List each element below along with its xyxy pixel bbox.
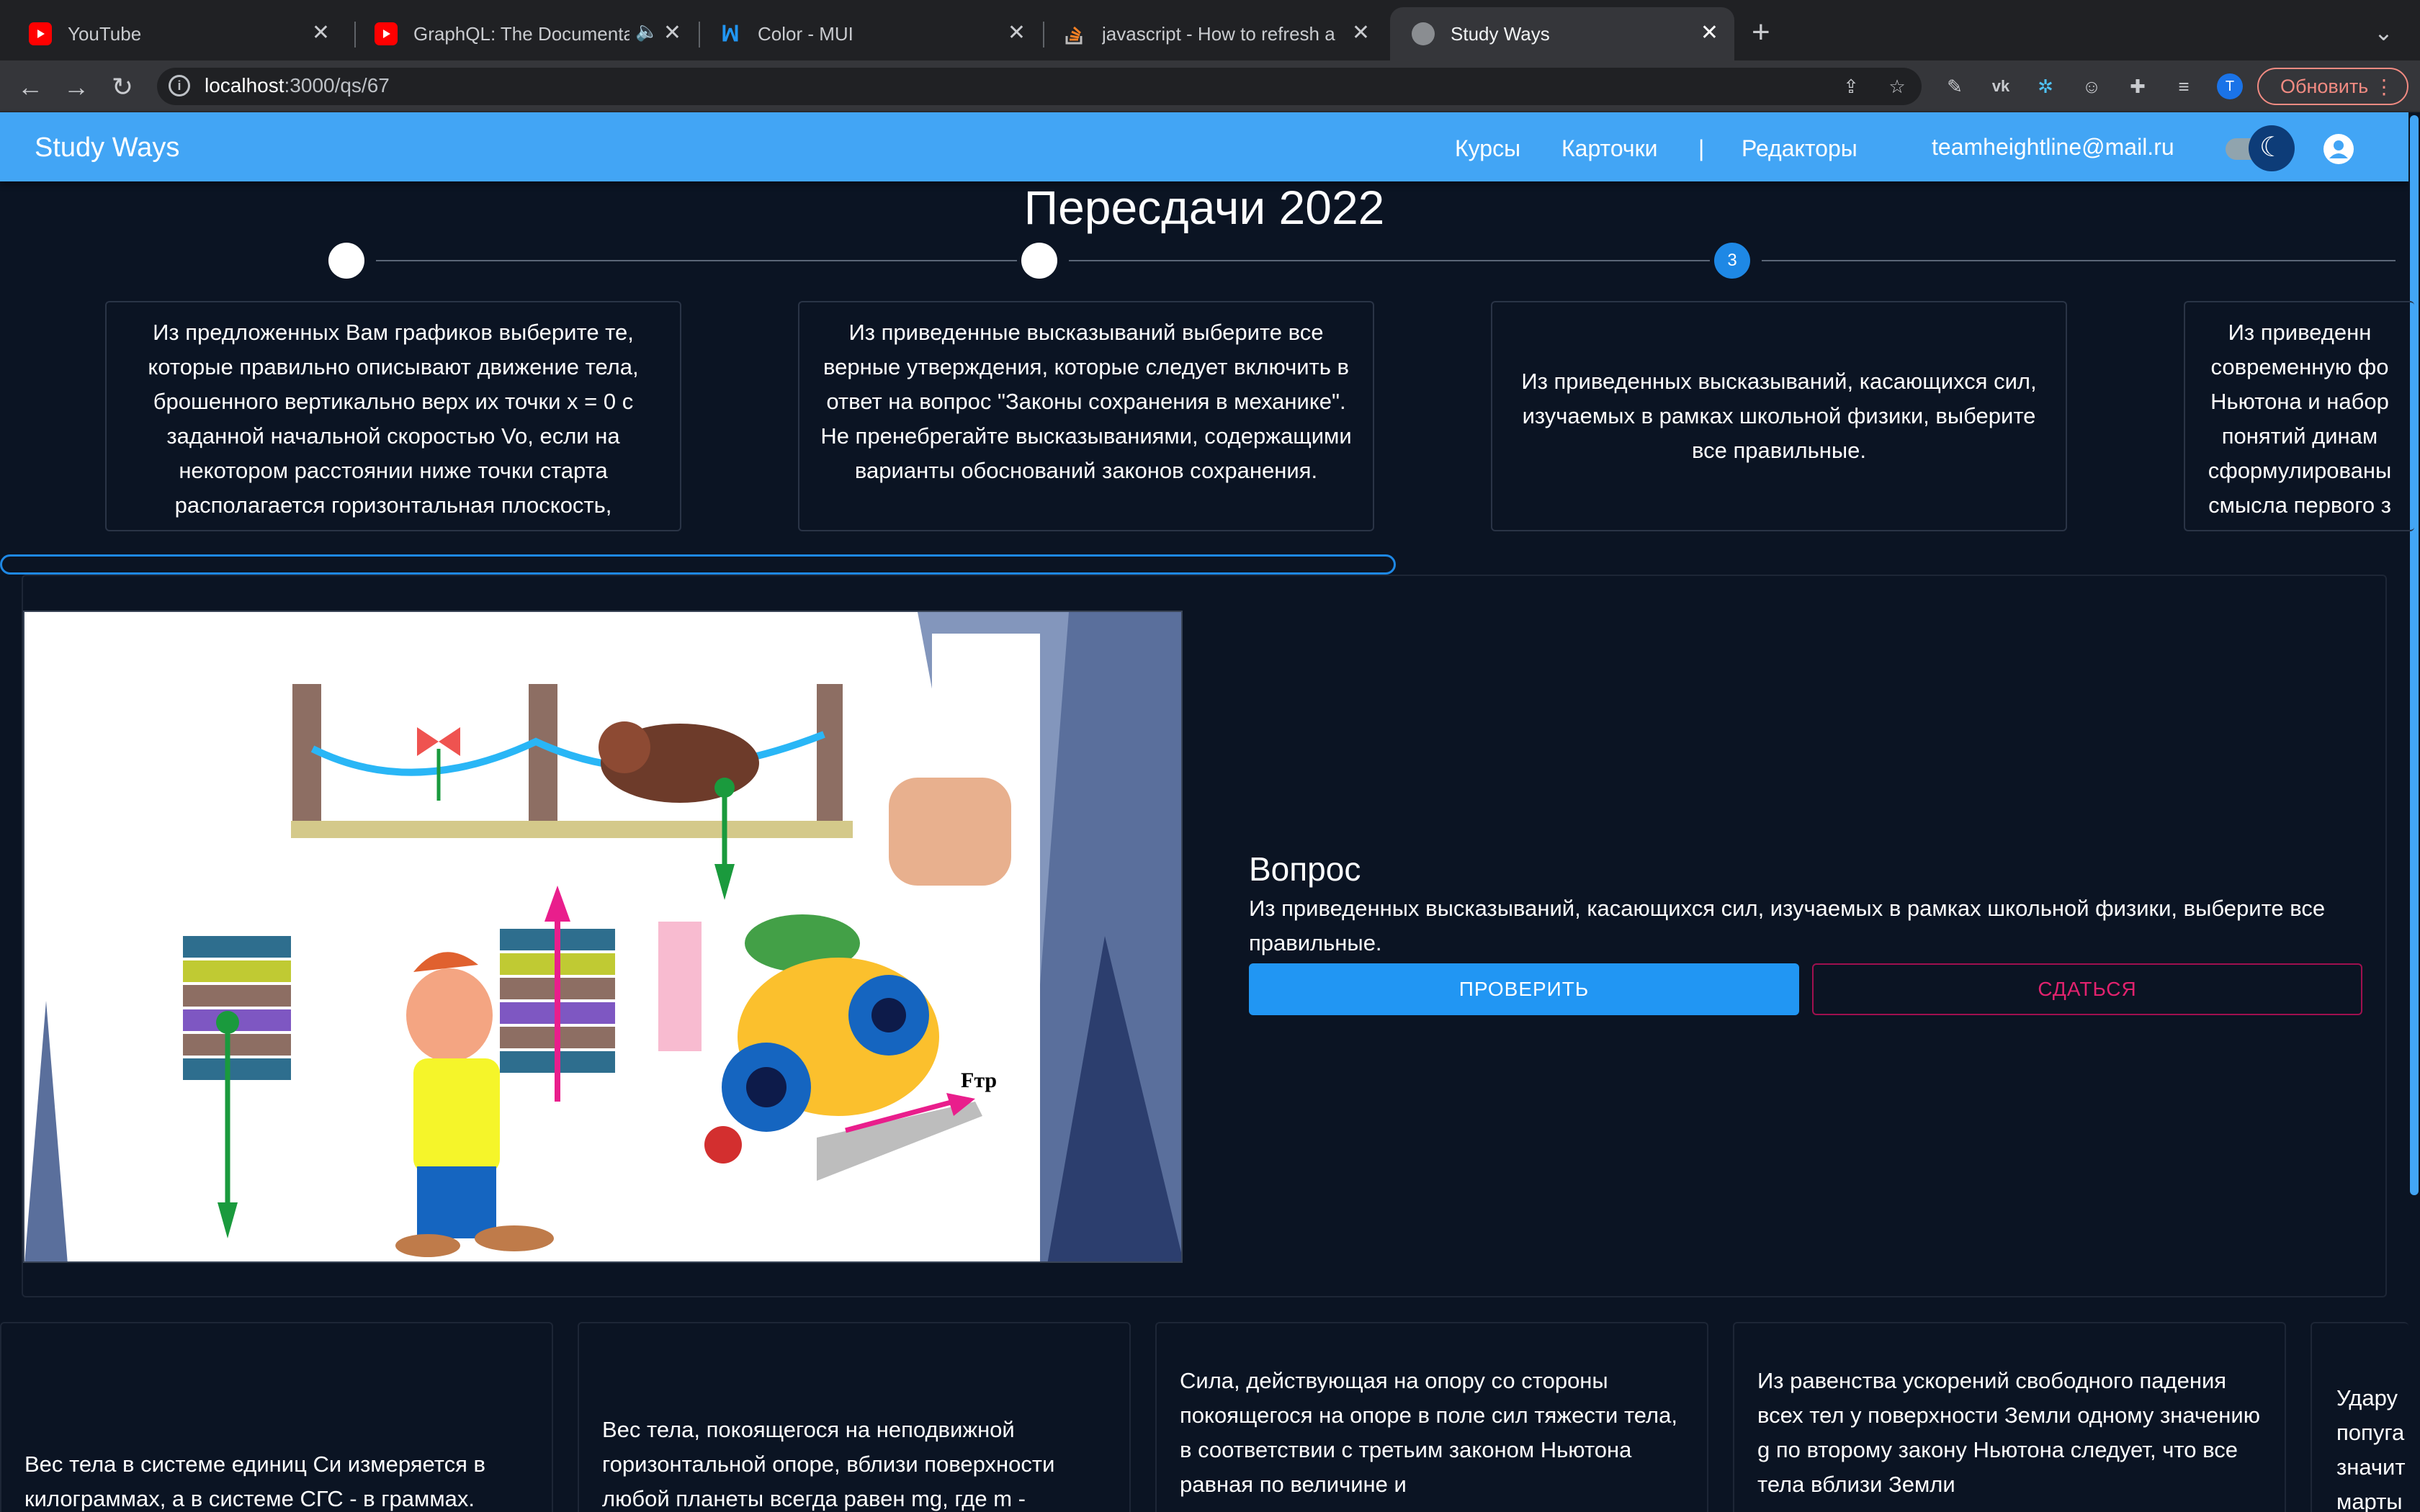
question-illustration: Fтр bbox=[23, 611, 1183, 1263]
question-card[interactable]: Из приведенн современную фо Ньютона и на… bbox=[2184, 301, 2414, 531]
extension-mask-icon[interactable]: ☺ bbox=[2080, 75, 2103, 98]
vk-extension-icon[interactable]: vk bbox=[1989, 75, 2012, 98]
nav-separator: | bbox=[1698, 135, 1705, 161]
nav-cards[interactable]: Карточки bbox=[1561, 135, 1657, 162]
more-vert-icon[interactable]: ⋮ bbox=[2374, 75, 2394, 99]
step-2-completed[interactable] bbox=[1021, 243, 1057, 279]
reload-icon[interactable]: ↻ bbox=[107, 72, 138, 102]
answer-card[interactable]: Из равенства ускорений свободного падени… bbox=[1733, 1322, 2286, 1512]
tab-study-ways[interactable]: Study Ways ✕ bbox=[1390, 7, 1734, 60]
update-button[interactable]: Обновить ⋮ bbox=[2257, 68, 2408, 105]
page-scrollbar-thumb[interactable] bbox=[2410, 115, 2419, 1195]
answer-text: Сила, действующая на опору со стороны по… bbox=[1180, 1368, 1677, 1497]
answer-card[interactable]: Вес тела, покоящегося на неподвижной гор… bbox=[578, 1322, 1131, 1512]
reading-list-icon[interactable]: ≡ bbox=[2172, 75, 2195, 98]
stepper-connector bbox=[1069, 260, 1710, 261]
speaker-muted-icon[interactable]: 🔈 bbox=[635, 20, 658, 42]
url-path: :3000/qs/67 bbox=[284, 74, 390, 96]
tab-title: javascript - How to refresh a Page bbox=[1102, 22, 1340, 45]
horizontal-scrollbar[interactable] bbox=[0, 554, 1396, 575]
user-email[interactable]: teamheightline@mail.ru bbox=[1932, 134, 2174, 161]
share-icon[interactable]: ⇪ bbox=[1839, 75, 1863, 98]
youtube-icon bbox=[375, 22, 398, 45]
check-button[interactable]: ПРОВЕРИТЬ bbox=[1249, 963, 1799, 1015]
nav-editors[interactable]: Редакторы bbox=[1742, 135, 1857, 162]
url-host: localhost bbox=[205, 74, 284, 96]
brand-logo[interactable]: Study Ways bbox=[35, 132, 179, 163]
stepper-connector bbox=[376, 260, 1017, 261]
tab-stackoverflow[interactable]: javascript - How to refresh a Page ✕ bbox=[1041, 7, 1386, 60]
new-tab-icon[interactable]: + bbox=[1752, 14, 1770, 50]
mui-icon: ꟽ bbox=[721, 22, 740, 46]
address-bar[interactable] bbox=[157, 68, 1922, 105]
close-tab-icon[interactable]: ✕ bbox=[1700, 20, 1718, 45]
tab-title: GraphQL: The Documentary bbox=[413, 22, 629, 45]
answer-text: Удару попуга значит марты bbox=[2336, 1385, 2406, 1512]
question-text: Из предложенных Вам графиков выберите те… bbox=[148, 320, 639, 518]
info-icon[interactable]: i bbox=[169, 75, 190, 96]
question-body: Из приведенных высказываний, касающихся … bbox=[1249, 896, 2326, 955]
question-text: Из приведенных высказываний, касающихся … bbox=[1521, 369, 2037, 463]
question-heading: Вопрос bbox=[1249, 850, 1361, 888]
give-up-label: СДАТЬСЯ bbox=[2038, 978, 2137, 1000]
answer-text: Из равенства ускорений свободного падени… bbox=[1757, 1368, 2260, 1497]
page-title: Пересдачи 2022 bbox=[1023, 181, 1385, 234]
check-label: ПРОВЕРИТЬ bbox=[1458, 978, 1590, 1000]
answer-card[interactable]: Сила, действующая на опору со стороны по… bbox=[1155, 1322, 1708, 1512]
tab-graphql[interactable]: GraphQL: The Documentary 🔈 ✕ bbox=[353, 7, 697, 60]
forward-icon[interactable]: → bbox=[60, 72, 92, 102]
question-card[interactable]: Из приведенные высказываний выберите все… bbox=[798, 301, 1374, 531]
close-tab-icon[interactable]: ✕ bbox=[1352, 20, 1370, 45]
update-label: Обновить bbox=[2280, 75, 2369, 97]
tab-mui[interactable]: ꟽ Color - MUI ✕ bbox=[697, 7, 1041, 60]
globe-icon bbox=[1412, 22, 1435, 45]
account-circle-icon[interactable] bbox=[2323, 134, 2354, 164]
dark-mode-moon-icon[interactable]: ☾ bbox=[2249, 125, 2295, 171]
extension-star-icon[interactable]: ✲ bbox=[2034, 75, 2057, 98]
question-text: Из приведенн современную фо Ньютона и на… bbox=[2208, 320, 2392, 518]
back-icon[interactable]: ← bbox=[14, 72, 46, 102]
answer-card[interactable]: Вес тела в системе единиц Си измеряется … bbox=[0, 1322, 553, 1512]
tab-title: Study Ways bbox=[1451, 22, 1550, 45]
extensions-puzzle-icon[interactable]: ✚ bbox=[2126, 75, 2149, 98]
give-up-button[interactable]: СДАТЬСЯ bbox=[1812, 963, 2362, 1015]
question-text: Из приведенные высказываний выберите все… bbox=[820, 320, 1352, 483]
youtube-icon bbox=[29, 22, 52, 45]
close-tab-icon[interactable]: ✕ bbox=[312, 20, 330, 45]
step-3-active[interactable]: 3 bbox=[1714, 243, 1750, 279]
answer-card[interactable]: Удару попуга значит марты bbox=[2311, 1322, 2408, 1512]
tab-title: Color - MUI bbox=[758, 22, 853, 45]
question-card-active[interactable]: Из приведенных высказываний, касающихся … bbox=[1491, 301, 2067, 531]
friction-force-label: Fтр bbox=[961, 1068, 997, 1092]
tab-search-chevron-icon[interactable]: ⌄ bbox=[2374, 19, 2393, 46]
close-tab-icon[interactable]: ✕ bbox=[1008, 20, 1026, 45]
stepper-connector bbox=[1762, 260, 2396, 261]
tab-youtube[interactable]: YouTube ✕ bbox=[7, 7, 346, 60]
bookmark-star-icon[interactable]: ☆ bbox=[1886, 75, 1909, 98]
profile-avatar[interactable]: T bbox=[2217, 73, 2243, 99]
close-tab-icon[interactable]: ✕ bbox=[663, 20, 681, 45]
nav-courses[interactable]: Курсы bbox=[1455, 135, 1520, 162]
tab-title: YouTube bbox=[68, 22, 142, 45]
stackoverflow-icon bbox=[1063, 22, 1086, 45]
answer-text: Вес тела в системе единиц Си измеряется … bbox=[24, 1452, 485, 1511]
question-card[interactable]: Из предложенных Вам графиков выберите те… bbox=[105, 301, 681, 531]
step-1-completed[interactable] bbox=[328, 243, 364, 279]
answer-text: Вес тела, покоящегося на неподвижной гор… bbox=[602, 1417, 1055, 1511]
extension-pen-icon[interactable]: ✎ bbox=[1943, 75, 1966, 98]
url-text[interactable]: localhost:3000/qs/67 bbox=[205, 74, 390, 97]
